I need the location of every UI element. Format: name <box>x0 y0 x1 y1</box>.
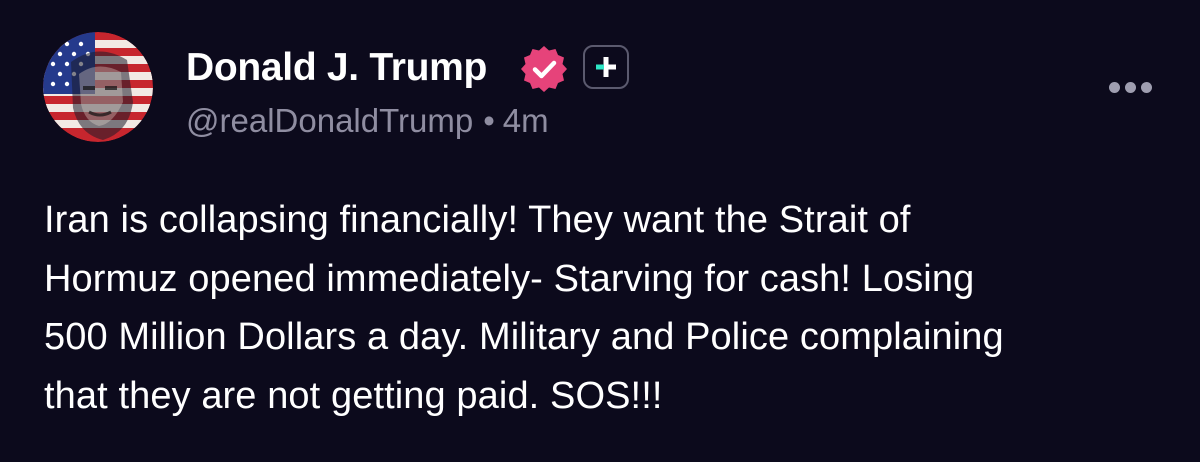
more-options-icon <box>1109 82 1120 93</box>
post-text-line: 500 Million Dollars a day. Military and … <box>44 316 1004 358</box>
author-handle[interactable]: @realDonaldTrump <box>186 102 473 139</box>
author-avatar[interactable] <box>43 32 153 142</box>
meta-separator: • <box>483 102 495 139</box>
post-timestamp[interactable]: 4m <box>503 102 549 139</box>
flag-portrait-avatar-icon <box>43 32 153 142</box>
plus-badge <box>583 45 629 89</box>
post-text: Iran is collapsing financially! They wan… <box>44 191 1164 425</box>
verified-badge-icon <box>518 43 570 95</box>
post-text-line: that they are not getting paid. SOS!!! <box>44 374 663 417</box>
plus-icon <box>596 57 616 77</box>
more-options-button[interactable] <box>1106 78 1154 98</box>
post-card[interactable]: Donald J. Trump @realDonaldTrump • 4m Iran… <box>0 0 1200 462</box>
more-options-dot <box>1141 82 1152 93</box>
author-display-name[interactable]: Donald J. Trump <box>186 44 487 92</box>
more-options-dot <box>1125 82 1136 93</box>
post-text-line: Iran is collapsing financially! They wan… <box>44 199 911 241</box>
author-meta: @realDonaldTrump • 4m <box>186 99 549 143</box>
post-text-line: Hormuz opened immediately- Starving for … <box>44 257 975 300</box>
